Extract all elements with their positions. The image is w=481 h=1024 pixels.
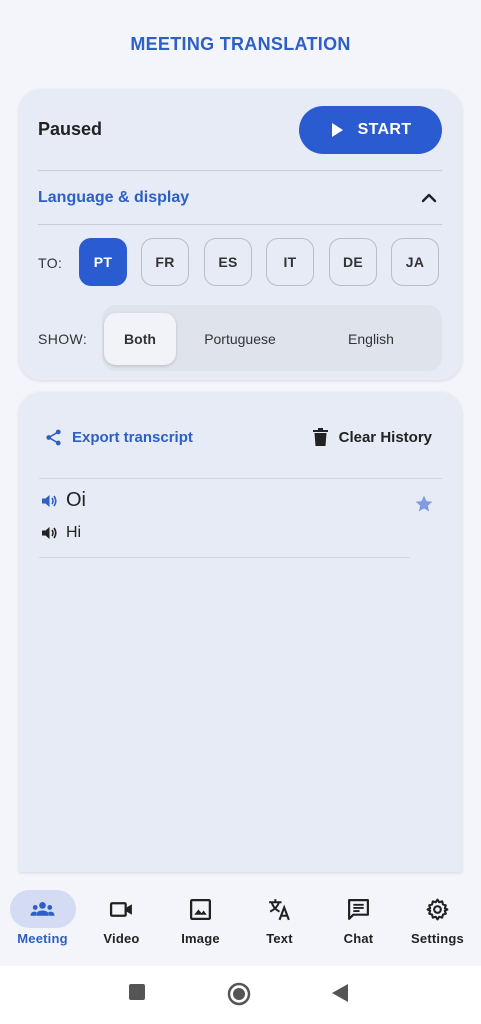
page-title: MEETING TRANSLATION [130, 34, 351, 54]
language-chip-de[interactable]: DE [329, 238, 377, 286]
language-display-toggle[interactable]: Language & display [38, 185, 442, 211]
to-label: TO: [38, 255, 63, 271]
language-chip-pt[interactable]: PT [79, 238, 127, 286]
image-icon [189, 898, 212, 920]
history-card: Export transcript Clear History Oi Hi [19, 392, 462, 872]
nav-item-image[interactable]: Image [161, 890, 240, 950]
history-actions: Export transcript Clear History [19, 428, 462, 452]
language-display-label: Language & display [38, 189, 190, 206]
control-card: Paused START Language & display TO: PT F… [19, 89, 462, 380]
session-status: Paused [38, 119, 103, 139]
nav-item-text[interactable]: Text [240, 890, 319, 950]
start-button-label: START [357, 121, 412, 138]
back-triangle-icon[interactable] [331, 983, 349, 1003]
export-transcript-button[interactable]: Export transcript [44, 428, 193, 447]
nav-item-meeting[interactable]: Meeting [3, 890, 82, 950]
trash-icon [312, 428, 328, 446]
clear-history-button[interactable]: Clear History [312, 428, 432, 446]
speaker-icon[interactable] [41, 525, 57, 541]
nav-item-settings[interactable]: Settings [398, 890, 477, 950]
language-chip-fr[interactable]: FR [141, 238, 189, 286]
nav-label-video: Video [103, 931, 140, 946]
nav-item-video[interactable]: Video [82, 890, 161, 950]
share-icon [46, 429, 61, 446]
chat-icon [348, 898, 369, 920]
export-transcript-label: Export transcript [72, 429, 193, 446]
show-option-both[interactable]: Both [104, 313, 176, 365]
square-icon[interactable] [128, 983, 146, 1001]
nav-label-settings: Settings [411, 931, 464, 946]
nav-label-chat: Chat [343, 931, 374, 946]
start-button[interactable]: START [299, 106, 442, 154]
language-chip-es[interactable]: ES [204, 238, 252, 286]
translate-icon [269, 898, 290, 920]
transcript-source-text: Oi [66, 489, 86, 511]
chevron-up-icon [421, 193, 437, 203]
language-chip-it[interactable]: IT [266, 238, 314, 286]
show-option-english[interactable]: English [308, 313, 434, 365]
divider [38, 224, 442, 225]
show-label: SHOW: [38, 331, 88, 347]
video-camera-icon [109, 901, 132, 917]
play-icon [331, 123, 343, 137]
system-navigation-bar [0, 966, 481, 1024]
nav-item-chat[interactable]: Chat [319, 890, 398, 950]
transcript-translation-text: Hi [66, 524, 82, 541]
nav-label-image: Image [181, 931, 220, 946]
transcript-source-row: Oi [41, 489, 86, 512]
bottom-navigation: Meeting Video Image Text Chat Settings [0, 880, 481, 966]
divider [38, 170, 442, 171]
language-chip-ja[interactable]: JA [391, 238, 439, 286]
divider [39, 557, 410, 558]
group-icon [30, 901, 55, 916]
nav-label-text: Text [266, 931, 293, 946]
divider [39, 478, 442, 479]
circle-icon[interactable] [227, 982, 251, 1006]
show-option-portuguese[interactable]: Portuguese [182, 313, 298, 365]
speaker-icon[interactable] [41, 493, 57, 509]
clear-history-label: Clear History [338, 428, 432, 446]
star-icon[interactable] [414, 494, 434, 514]
transcript-translation-row: Hi [41, 524, 81, 542]
show-mode-selector: Both Portuguese English [102, 305, 442, 371]
nav-label-meeting: Meeting [17, 931, 68, 946]
gear-icon [426, 898, 449, 920]
